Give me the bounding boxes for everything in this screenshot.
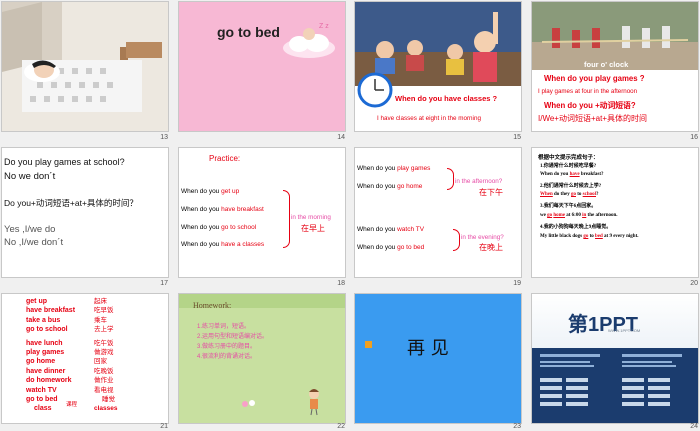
slide-thumbnail-13[interactable] <box>2 2 168 131</box>
slide-number: 17 <box>160 280 168 287</box>
pattern-answer: I/We+动词短语+at+具体的时间 <box>538 114 647 123</box>
slide-thumbnail-23[interactable]: 再 见 <box>355 294 521 423</box>
slide-title: Practice: <box>209 154 241 163</box>
yes-answer: Yes ,I/we do <box>4 224 56 235</box>
exercise-line: 1.你通常什么时候吃早餐? <box>540 164 597 169</box>
slide-number: 14 <box>337 134 345 141</box>
sleeping-girl-photo <box>2 2 168 131</box>
time-label: four o' clock <box>584 60 629 69</box>
svg-text:Z z: Z z <box>319 23 329 30</box>
slide-number: 23 <box>513 423 521 430</box>
bracket <box>283 190 290 248</box>
class-cn: 课程 <box>66 402 78 408</box>
slide-number: 22 <box>337 423 345 430</box>
clock-icon <box>357 72 393 108</box>
flower-illustration <box>242 400 255 407</box>
pattern-question: When do you +动词短语? <box>544 101 636 110</box>
practice-row: When do you play games <box>357 165 431 172</box>
sleeping-cloud-illustration: Z z <box>283 23 335 58</box>
time-phrase-cn: 在早上 <box>301 224 325 233</box>
exercise-line: 4.我的小狗狗每天晚上9点睡觉。 <box>540 225 612 230</box>
slide-title: go to bed <box>217 24 280 40</box>
time-phrase: in the evening? <box>461 234 504 241</box>
slide-number: 19 <box>513 280 521 287</box>
slide-number: 21 <box>160 423 168 430</box>
exercise-title: 根据中文提示完成句子： <box>538 155 599 161</box>
question-text: When do you have classes ? <box>395 94 498 103</box>
pattern-text: Do you+动词短语+at+具体的时间？ <box>4 198 138 208</box>
info-panel <box>532 348 698 423</box>
practice-row: When do you go to school <box>181 224 257 231</box>
question-text: Do you play games at school? <box>4 157 125 167</box>
slide-number: 13 <box>160 134 168 141</box>
practice-row: When do you have a classes <box>181 241 265 248</box>
answer-text: No we don´t <box>4 171 56 182</box>
slide-number: 16 <box>690 134 698 141</box>
exercise-line: 3.我们每天下午6点回家。 <box>540 204 597 209</box>
question-text: When do you play games ? <box>544 74 645 83</box>
slide-thumbnail-15[interactable]: When do you have classes ? I have classe… <box>355 2 521 131</box>
slide-number: 18 <box>337 280 345 287</box>
answer-text: I play games at four in the afternoon <box>538 88 638 95</box>
slide-thumbnail-14[interactable]: go to bed Z z <box>179 2 345 131</box>
slide-thumbnail-17[interactable]: Do you play games at school? No we don´t… <box>2 148 168 277</box>
slide-thumbnail-18[interactable]: Practice: When do you get up When do you… <box>179 148 345 277</box>
exercise-line: When do they go to school? <box>540 192 599 197</box>
bullet-square <box>365 341 372 348</box>
slide-number: 15 <box>513 134 521 141</box>
slide-title: Homework: <box>193 301 232 310</box>
practice-row: When do you go to bed <box>357 244 425 251</box>
exercise-line: 2.他们通常什么时候去上学? <box>540 184 602 189</box>
slide-thumbnail-19[interactable]: When do you play games When do you go ho… <box>355 148 521 277</box>
promo-text-blocks <box>540 354 682 406</box>
slide-thumbnail-20[interactable]: 根据中文提示完成句子： 1.你通常什么时候吃早餐? When do you ha… <box>532 148 698 277</box>
time-phrase: in the afternoon? <box>455 178 503 185</box>
bracket <box>447 168 454 190</box>
slide-number: 20 <box>690 280 698 287</box>
time-phrase-cn: 在下午 <box>479 188 503 197</box>
exercise-line: we go home at 6:00 in the afternoon. <box>540 213 618 218</box>
practice-row: When do you have breakfast <box>181 206 264 213</box>
slide-thumbnail-21[interactable]: get up have breakfast take a bus go to scho… <box>2 294 168 423</box>
practice-row: When do you watch TV <box>357 226 425 233</box>
no-answer: No ,I/we don´t <box>4 237 64 248</box>
phrase-cn-list: 起床 吃早饭 乘车 去上学 吃午饭 做游戏 回家 吃晚饭 做作业 看电视 睡觉 classes <box>94 298 118 413</box>
slide-thumbnail-16[interactable]: four o' clock When do you play games ? I… <box>532 2 698 131</box>
time-phrase: in the morning <box>291 214 331 221</box>
exercise-line: My little black dogs go to bed at 9 ever… <box>540 234 639 239</box>
slide-number: 24 <box>690 423 698 430</box>
brand-url: WWW.1PPT.COM <box>608 328 641 333</box>
practice-row: When do you get up <box>181 188 240 195</box>
exercise-line: When do you have breakfast? <box>540 172 604 177</box>
time-phrase-cn: 在晚上 <box>479 243 503 252</box>
slide-thumbnail-24[interactable]: 第1PPT WWW.1PPT.COM <box>532 294 698 423</box>
goodbye-text: 再 见 <box>407 338 449 359</box>
girl-illustration <box>309 389 319 416</box>
bracket <box>453 229 460 251</box>
practice-row: When do you go home <box>357 183 423 190</box>
phrase-list: get up have breakfast take a bus go to scho… <box>26 298 76 413</box>
homework-list: 1.练习单词，短语。 2.运用句型和短语编对话。 3.做练习册中的题目。 4.很流利的… <box>197 324 269 360</box>
slide-thumbnail-22[interactable]: Homework: 1.练习单词，短语。 2.运用句型和短语编对话。 3.做练习册中… <box>179 294 345 423</box>
answer-text: I have classes at eight in the morning <box>377 115 481 122</box>
